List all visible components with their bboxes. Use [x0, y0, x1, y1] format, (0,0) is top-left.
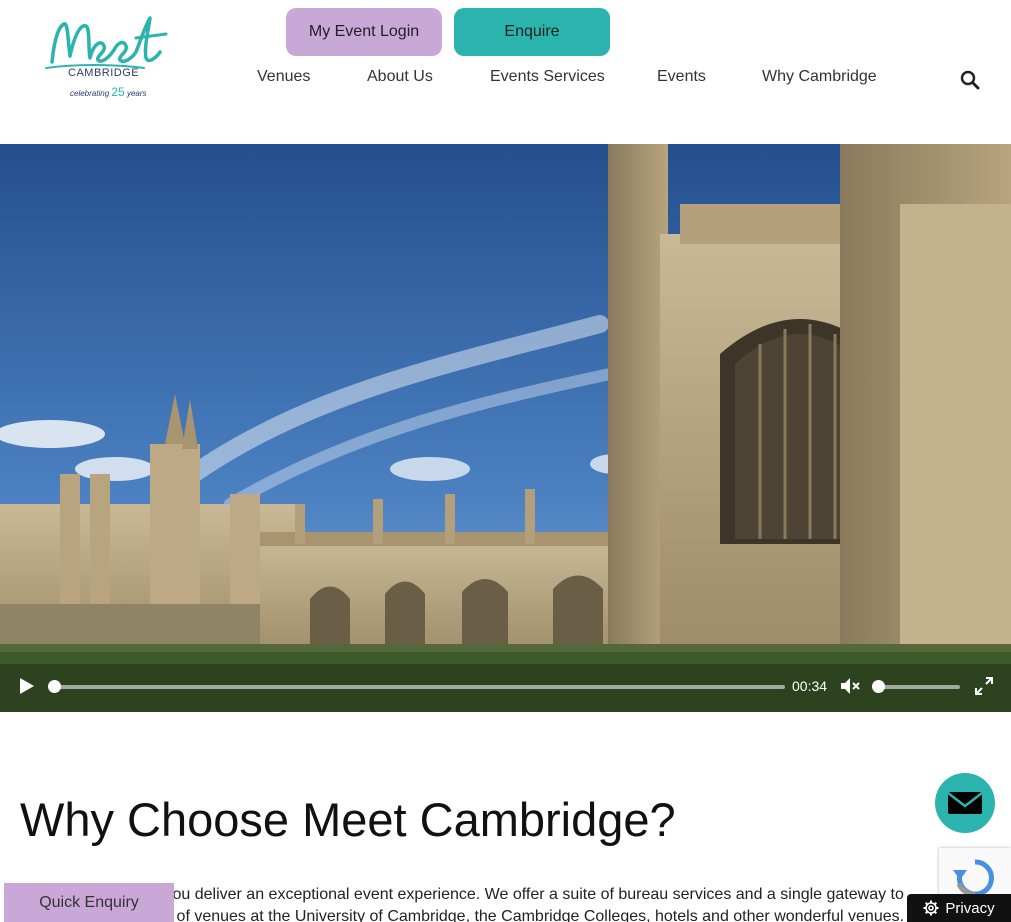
video-time: 00:34	[792, 678, 828, 694]
progress-handle[interactable]	[48, 680, 61, 693]
nav-item-about-us[interactable]: About Us	[367, 68, 433, 86]
search-icon[interactable]	[960, 70, 980, 90]
play-icon[interactable]	[18, 677, 36, 695]
video-frame-image	[0, 144, 1011, 712]
my-event-login-button[interactable]: My Event Login	[286, 8, 442, 56]
privacy-label: Privacy	[945, 899, 995, 917]
volume-slider[interactable]	[872, 680, 960, 693]
meet-logo-wordmark	[45, 16, 168, 69]
hero-video[interactable]	[0, 144, 1011, 712]
fullscreen-icon[interactable]	[975, 677, 993, 695]
muted-volume-icon[interactable]	[840, 676, 860, 696]
nav-item-venues[interactable]: Venues	[257, 68, 310, 86]
gear-icon	[923, 900, 939, 916]
nav-item-events-services[interactable]: Events Services	[490, 68, 605, 86]
video-progress-bar[interactable]	[48, 680, 785, 693]
site-header: CAMBRIDGE celebrating 25 years My Event …	[0, 0, 1011, 144]
quick-enquiry-button[interactable]: Quick Enquiry	[4, 883, 174, 922]
enquire-button[interactable]: Enquire	[454, 8, 610, 56]
page-heading: Why Choose Meet Cambridge?	[20, 793, 676, 846]
nav-item-why-cambridge[interactable]: Why Cambridge	[762, 68, 877, 86]
nav-item-events[interactable]: Events	[657, 68, 706, 86]
main-nav: Venues About Us Events Services Events W…	[0, 68, 1011, 94]
email-contact-button[interactable]	[935, 773, 995, 833]
privacy-button[interactable]: Privacy	[907, 894, 1011, 922]
volume-handle[interactable]	[872, 680, 885, 693]
envelope-icon	[947, 792, 983, 814]
